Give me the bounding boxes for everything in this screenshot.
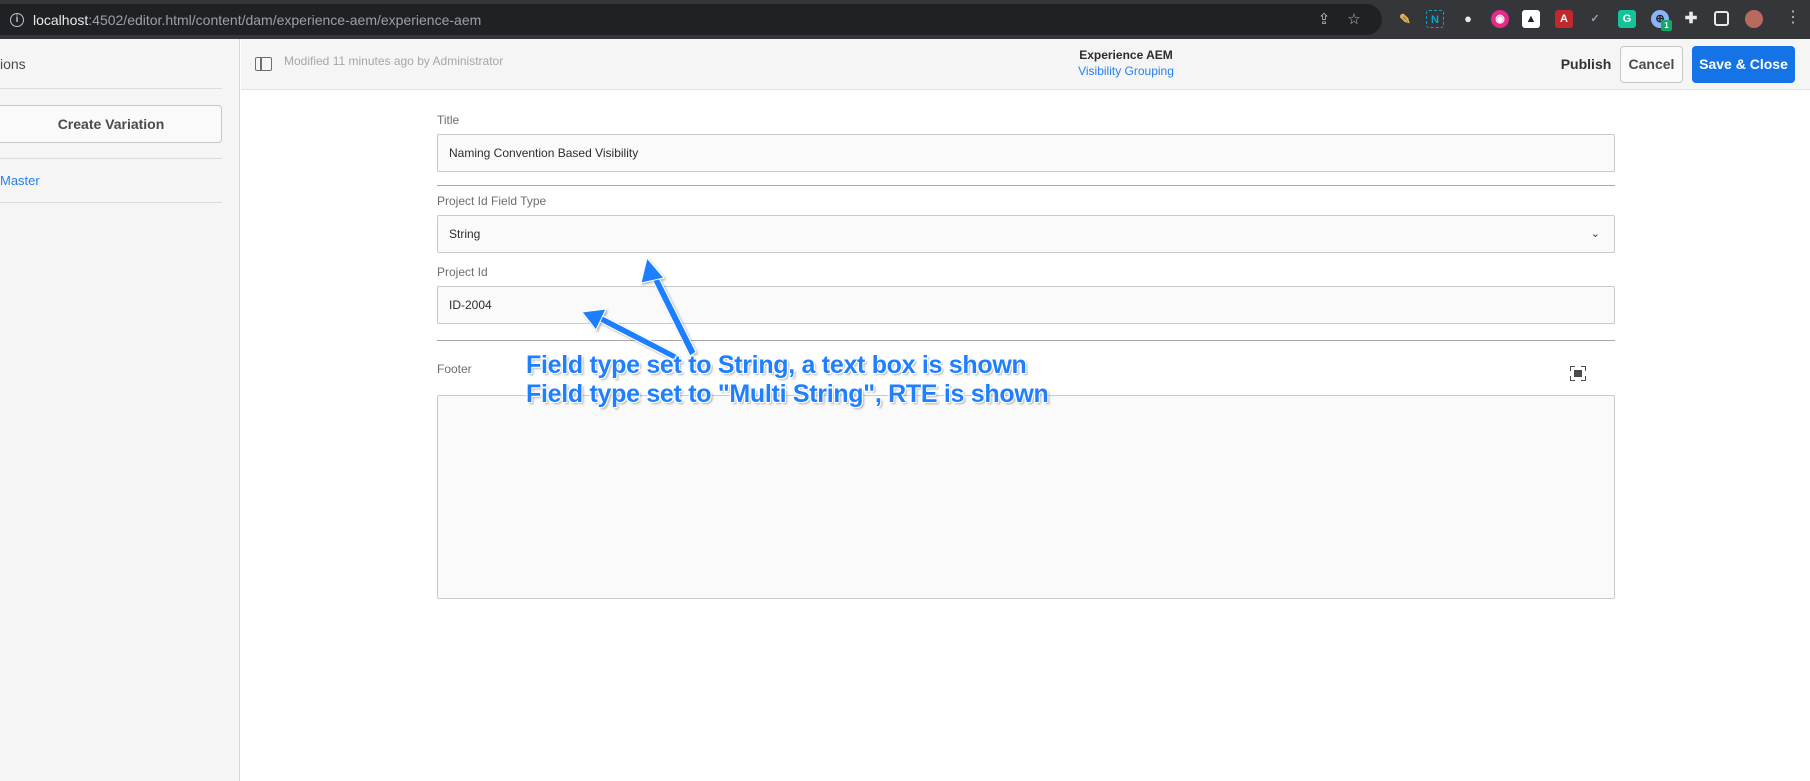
bird-extension-icon[interactable]: ✓ — [1586, 10, 1604, 28]
sidebar-divider — [0, 88, 222, 89]
variations-sidebar: ions Create Variation Master — [0, 39, 240, 781]
fragment-title: Experience AEM — [1079, 48, 1173, 62]
chevron-down-icon: ⌄ — [1590, 228, 1600, 240]
search-extension-icon[interactable]: ⊕ 1 — [1651, 10, 1672, 31]
footer-rich-text-editor[interactable] — [437, 395, 1615, 599]
url-path: :4502/editor.html/content/dam/experience… — [88, 12, 482, 28]
create-variation-button[interactable]: Create Variation — [0, 105, 222, 143]
fragment-model-link[interactable]: Visibility Grouping — [1026, 63, 1226, 80]
browser-toolbar: i localhost:4502/editor.html/content/dam… — [0, 0, 1810, 39]
sidebar-title: ions — [0, 56, 26, 72]
project-id-input[interactable]: ID-2004 — [437, 286, 1615, 324]
extension-badge: 1 — [1661, 20, 1672, 31]
field-type-label: Project Id Field Type — [437, 194, 547, 208]
field-type-select[interactable]: String ⌄ — [437, 215, 1615, 253]
title-field-label: Title — [437, 113, 460, 127]
url-host: localhost — [33, 12, 89, 28]
save-close-button[interactable]: Save & Close — [1692, 46, 1795, 83]
address-bar[interactable]: i localhost:4502/editor.html/content/dam… — [0, 4, 1382, 35]
pen-extension-icon[interactable]: ✎ — [1396, 10, 1414, 28]
profile-avatar[interactable] — [1745, 10, 1763, 28]
field-type-selected-value: String — [449, 227, 481, 241]
toggle-side-panel-icon[interactable] — [255, 57, 272, 71]
share-icon[interactable]: ⇪ — [1315, 11, 1333, 29]
n-extension-icon[interactable]: N — [1426, 10, 1444, 28]
browser-menu-icon[interactable]: ⋮ — [1785, 9, 1801, 27]
editor-header: Modified 11 minutes ago by Administrator… — [241, 39, 1810, 90]
bookmark-star-icon[interactable]: ☆ — [1345, 11, 1363, 29]
adobe-extension-icon[interactable]: A — [1555, 10, 1573, 28]
annotation-line-2: Field type set to "Multi String", RTE is… — [526, 380, 1049, 408]
section-divider — [437, 340, 1615, 341]
title-input[interactable]: Naming Convention Based Visibility — [437, 134, 1615, 172]
sidebar-divider — [0, 158, 222, 159]
grammarly-extension-icon[interactable]: G — [1618, 10, 1636, 28]
extensions-puzzle-icon[interactable]: ✚ — [1682, 10, 1700, 28]
drive-extension-icon[interactable]: ▲ — [1522, 10, 1540, 28]
header-title-block: Experience AEM Visibility Grouping — [1026, 47, 1226, 80]
annotation-line-1: Field type set to String, a text box is … — [526, 351, 1027, 379]
fullscreen-icon[interactable] — [1570, 366, 1586, 381]
section-divider — [437, 185, 1615, 186]
modified-status: Modified 11 minutes ago by Administrator — [284, 54, 504, 68]
url-text[interactable]: localhost:4502/editor.html/content/dam/e… — [33, 12, 481, 28]
variation-item-master[interactable]: Master — [0, 173, 40, 188]
sidebar-divider — [0, 202, 222, 203]
spy-extension-icon[interactable]: ● — [1459, 10, 1477, 28]
footer-field-label: Footer — [437, 362, 472, 376]
project-id-label: Project Id — [437, 265, 488, 279]
site-info-icon[interactable]: i — [10, 13, 24, 27]
record-extension-icon[interactable]: ◉ — [1491, 10, 1509, 28]
side-panel-icon[interactable] — [1714, 11, 1729, 26]
cancel-button[interactable]: Cancel — [1620, 46, 1683, 83]
